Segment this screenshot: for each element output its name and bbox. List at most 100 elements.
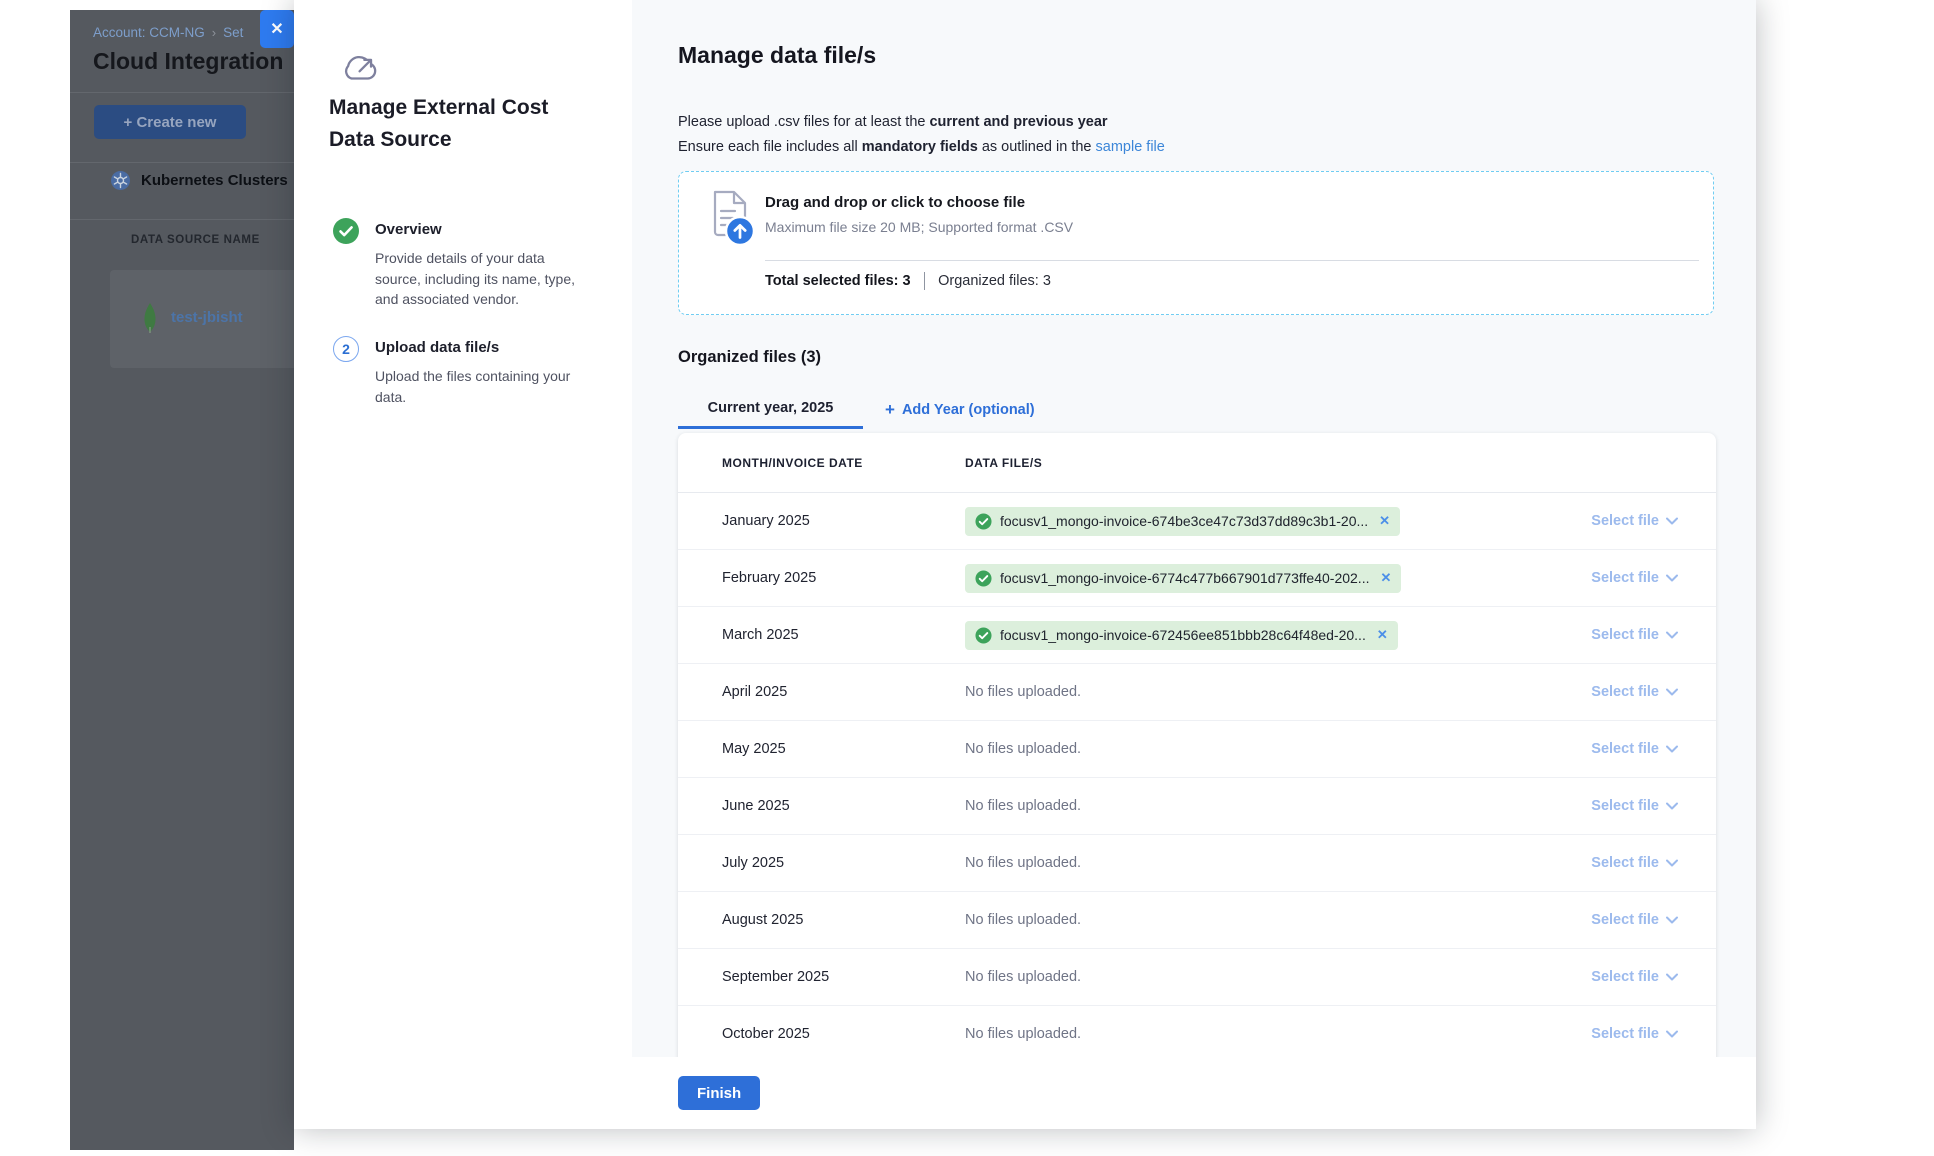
month-cell: January 2025 <box>678 513 965 529</box>
check-circle-icon <box>975 513 992 530</box>
table-row: September 2025 No files uploaded. Select… <box>678 949 1716 1006</box>
file-chip: focusv1_mongo-invoice-6774c477b667901d77… <box>965 564 1401 593</box>
month-cell: May 2025 <box>678 741 965 757</box>
remove-file-icon[interactable]: ✕ <box>1379 513 1390 529</box>
instruction-line-1: Please upload .csv files for at least th… <box>678 110 1165 135</box>
check-circle-icon <box>333 218 359 244</box>
month-cell: September 2025 <box>678 969 965 985</box>
add-year-button[interactable]: + Add Year (optional) <box>885 400 1035 420</box>
breadcrumb-chevron-icon: › <box>212 25 216 40</box>
file-name: focusv1_mongo-invoice-674be3ce47c73d37dd… <box>1000 513 1368 529</box>
chevron-down-icon <box>1666 859 1678 867</box>
chevron-down-icon <box>1666 574 1678 582</box>
select-file-dropdown[interactable]: Select file <box>1591 684 1678 700</box>
chevron-down-icon <box>1666 802 1678 810</box>
divider <box>765 260 1699 261</box>
file-chip: focusv1_mongo-invoice-672456ee851bbb28c6… <box>965 621 1398 650</box>
year-tabs: Current year, 2025 + Add Year (optional) <box>678 390 1035 429</box>
sample-file-link[interactable]: sample file <box>1096 139 1165 155</box>
cloud-export-icon <box>340 50 382 86</box>
data-source-row[interactable]: test-jbisht <box>110 270 294 368</box>
month-cell: June 2025 <box>678 798 965 814</box>
select-file-dropdown[interactable]: Select file <box>1591 912 1678 928</box>
month-cell: February 2025 <box>678 570 965 586</box>
finish-button[interactable]: Finish <box>678 1076 760 1110</box>
select-file-dropdown[interactable]: Select file <box>1591 513 1678 529</box>
dropzone-title: Drag and drop or click to choose file <box>765 194 1025 211</box>
organized-files-table: MONTH/INVOICE DATE DATA FILE/S January 2… <box>678 433 1716 1057</box>
table-row: May 2025 No files uploaded. Select file <box>678 721 1716 778</box>
drawer-footer: Finish <box>632 1057 1756 1129</box>
remove-file-icon[interactable]: ✕ <box>1380 570 1391 586</box>
page: { "background_app": { "breadcrumb": { "a… <box>0 0 1934 1156</box>
dropzone-subtitle: Maximum file size 20 MB; Supported forma… <box>765 219 1073 235</box>
file-chip: focusv1_mongo-invoice-674be3ce47c73d37dd… <box>965 507 1400 536</box>
month-cell: March 2025 <box>678 627 965 643</box>
no-files-text: No files uploaded. <box>965 1026 1081 1042</box>
table-row: October 2025 No files uploaded. Select f… <box>678 1006 1716 1057</box>
instruction-line-2: Ensure each file includes all mandatory … <box>678 135 1165 160</box>
wizard-title: Manage External Cost Data Source <box>329 92 579 156</box>
table-row: February 2025 focusv1_mongo-invoice-6774… <box>678 550 1716 607</box>
check-circle-icon <box>975 570 992 587</box>
select-file-dropdown[interactable]: Select file <box>1591 1026 1678 1042</box>
tab-current-year[interactable]: Current year, 2025 <box>678 390 863 429</box>
step-description: Upload the files containing your data. <box>375 366 593 407</box>
select-file-dropdown[interactable]: Select file <box>1591 570 1678 586</box>
mongodb-leaf-icon <box>140 302 160 334</box>
table-row: June 2025 No files uploaded. Select file <box>678 778 1716 835</box>
drawer-heading: Manage data file/s <box>678 42 876 69</box>
no-files-text: No files uploaded. <box>965 855 1081 871</box>
file-dropzone[interactable]: Drag and drop or click to choose file Ma… <box>678 171 1714 315</box>
select-file-dropdown[interactable]: Select file <box>1591 741 1678 757</box>
upload-instructions: Please upload .csv files for at least th… <box>678 110 1165 159</box>
table-header-row: MONTH/INVOICE DATE DATA FILE/S <box>678 433 1716 493</box>
create-new-button[interactable]: + Create new <box>94 105 246 139</box>
month-cell: April 2025 <box>678 684 965 700</box>
remove-file-icon[interactable]: ✕ <box>1377 627 1388 643</box>
kubernetes-icon <box>110 170 131 191</box>
data-source-link[interactable]: test-jbisht <box>171 309 243 326</box>
file-upload-icon <box>709 190 755 246</box>
table-row: March 2025 focusv1_mongo-invoice-672456e… <box>678 607 1716 664</box>
column-header-data-file: DATA FILE/S <box>965 456 1716 470</box>
select-file-dropdown[interactable]: Select file <box>1591 627 1678 643</box>
chevron-down-icon <box>1666 517 1678 525</box>
column-header-data-source-name: DATA SOURCE NAME <box>131 234 260 246</box>
select-file-dropdown[interactable]: Select file <box>1591 855 1678 871</box>
organized-files-heading: Organized files (3) <box>678 348 821 367</box>
check-circle-icon <box>975 627 992 644</box>
chevron-down-icon <box>1666 1030 1678 1038</box>
chevron-down-icon <box>1666 916 1678 924</box>
total-selected-files: Total selected files: 3 <box>765 273 911 289</box>
plus-icon: + <box>885 400 895 420</box>
no-files-text: No files uploaded. <box>965 798 1081 814</box>
dimmed-background-page: Account: CCM-NG › Set Cloud Integration … <box>70 10 294 1150</box>
close-icon[interactable]: ✕ <box>260 10 294 48</box>
wizard-panel: Manage External Cost Data Source Overvie… <box>294 0 632 1129</box>
table-row: August 2025 No files uploaded. Select fi… <box>678 892 1716 949</box>
step-title: Overview <box>375 221 442 238</box>
divider <box>70 92 294 93</box>
organized-files-count: Organized files: 3 <box>938 273 1051 289</box>
select-file-dropdown[interactable]: Select file <box>1591 969 1678 985</box>
main-panel: Manage data file/s Please upload .csv fi… <box>632 0 1756 1057</box>
no-files-text: No files uploaded. <box>965 969 1081 985</box>
column-header-month: MONTH/INVOICE DATE <box>678 456 965 470</box>
tab-label: Kubernetes Clusters <box>141 172 288 189</box>
manage-data-drawer: Manage External Cost Data Source Overvie… <box>294 0 1756 1129</box>
table-row: July 2025 No files uploaded. Select file <box>678 835 1716 892</box>
breadcrumb-section-link[interactable]: Set <box>223 25 243 40</box>
no-files-text: No files uploaded. <box>965 684 1081 700</box>
file-name: focusv1_mongo-invoice-672456ee851bbb28c6… <box>1000 627 1366 643</box>
table-row: April 2025 No files uploaded. Select fil… <box>678 664 1716 721</box>
chevron-down-icon <box>1666 973 1678 981</box>
tab-kubernetes-clusters[interactable]: Kubernetes Clusters <box>110 170 288 191</box>
month-cell: July 2025 <box>678 855 965 871</box>
add-year-label: Add Year (optional) <box>902 402 1035 418</box>
page-title: Cloud Integration <box>93 48 283 75</box>
file-counts: Total selected files: 3 Organized files:… <box>765 272 1051 290</box>
breadcrumb-account-link[interactable]: Account: CCM-NG <box>93 25 205 40</box>
chevron-down-icon <box>1666 688 1678 696</box>
select-file-dropdown[interactable]: Select file <box>1591 798 1678 814</box>
